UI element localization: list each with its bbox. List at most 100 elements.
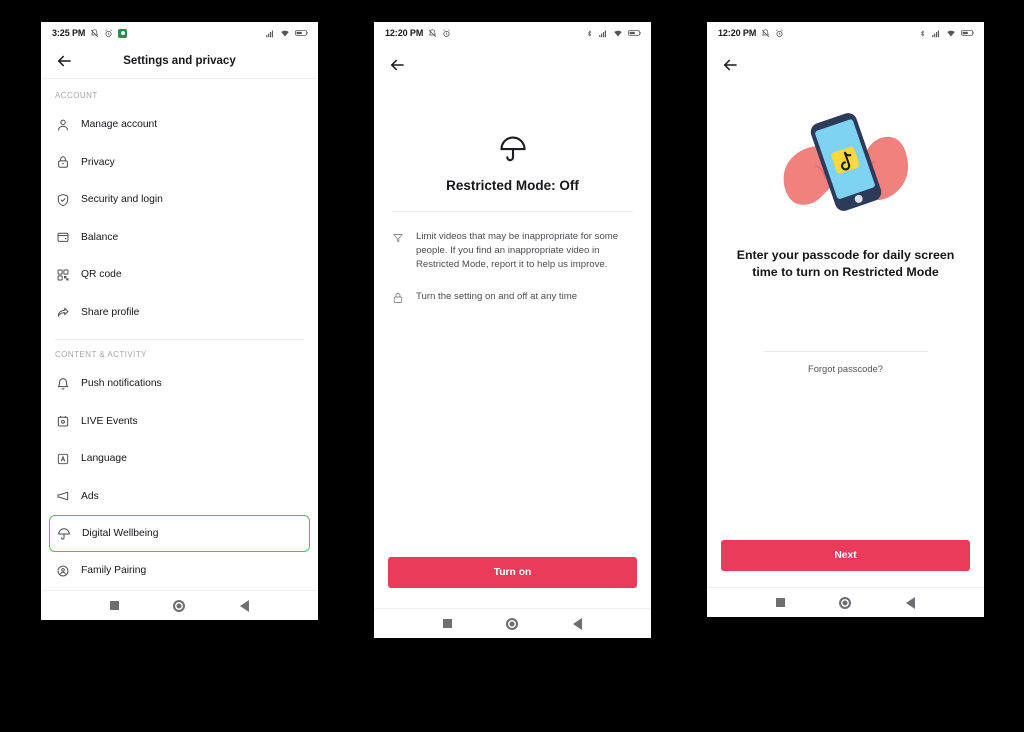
app-header <box>374 44 651 86</box>
nav-home-icon[interactable] <box>506 617 519 630</box>
sidebar-item-label: Digital Wellbeing <box>82 528 159 539</box>
restricted-mode-bullet: Turn the setting on and off at any time <box>392 290 633 304</box>
sidebar-item-label: QR code <box>81 269 122 281</box>
sidebar-item-balance[interactable]: Balance <box>41 219 318 257</box>
section-header-content-activity: CONTENT & ACTIVITY <box>55 350 147 359</box>
status-bar-left: 3:25 PM <box>52 28 128 38</box>
passcode-input[interactable] <box>763 319 928 353</box>
back-arrow-icon[interactable] <box>721 56 739 74</box>
nav-recents-icon[interactable] <box>776 598 786 607</box>
sidebar-item-label: Ads <box>81 490 99 502</box>
wifi-icon <box>281 30 289 36</box>
sidebar-item-manage-account[interactable]: Manage account <box>41 106 318 144</box>
nav-recents-icon[interactable] <box>443 619 453 628</box>
person-icon <box>55 117 70 132</box>
alarm-clock-icon <box>776 28 783 37</box>
bluetooth-icon <box>587 30 592 36</box>
cellular-signal-icon <box>266 30 273 37</box>
status-bar-clock: 3:25 PM <box>52 28 86 38</box>
battery-icon <box>295 30 308 36</box>
bell-mute-icon <box>91 28 99 37</box>
alarm-clock-icon <box>443 28 450 37</box>
nav-back-icon[interactable] <box>905 596 915 609</box>
passcode-body: Enter your passcode for daily screen tim… <box>707 86 984 540</box>
status-bar-right <box>919 29 975 38</box>
bell-icon <box>55 376 70 391</box>
sidebar-item-ads[interactable]: Ads <box>41 478 318 516</box>
cellular-signal-icon <box>599 30 606 37</box>
cellular-signal-icon <box>932 30 939 37</box>
lock-icon <box>392 291 405 304</box>
sidebar-item-privacy[interactable]: Privacy <box>41 144 318 182</box>
nav-back-icon[interactable] <box>239 599 249 612</box>
letter-a-box-icon <box>55 451 70 466</box>
sidebar-item-label: Family Pairing <box>81 565 147 577</box>
family-icon <box>55 563 70 578</box>
calendar-icon <box>55 414 70 429</box>
sidebar-item-label: LIVE Events <box>81 415 138 427</box>
forgot-passcode-link[interactable]: Forgot passcode? <box>808 363 883 374</box>
turn-on-button[interactable]: Turn on <box>388 557 637 588</box>
nav-recents-icon[interactable] <box>110 601 120 610</box>
wifi-icon <box>947 30 955 36</box>
sidebar-item-family-pairing[interactable]: Family Pairing <box>41 552 318 590</box>
hands-holding-phone-illustration <box>776 108 916 221</box>
status-bar: 3:25 PM <box>41 22 318 44</box>
status-bar: 12:20 PM <box>374 22 651 44</box>
primary-action-area: Next <box>707 540 984 587</box>
wallet-icon <box>55 230 70 245</box>
android-nav-bar <box>41 590 318 620</box>
content-divider <box>392 211 633 212</box>
settings-list: ACCOUNT Manage account Privacy Security … <box>41 79 318 590</box>
sidebar-item-qr-code[interactable]: QR code <box>41 256 318 294</box>
megaphone-icon <box>55 489 70 504</box>
bullet-text: Limit videos that may be inappropriate f… <box>416 231 619 270</box>
sidebar-item-security-and-login[interactable]: Security and login <box>41 181 318 219</box>
status-bar-left: 12:20 PM <box>385 28 451 38</box>
lock-icon <box>55 155 70 170</box>
bluetooth-icon <box>920 30 925 36</box>
restricted-mode-hero: Restricted Mode: Off <box>392 134 633 193</box>
sidebar-item-label: Balance <box>81 231 119 243</box>
sidebar-item-share-profile[interactable]: Share profile <box>41 294 318 332</box>
sidebar-item-label: Privacy <box>81 156 115 168</box>
status-bar: 12:20 PM <box>707 22 984 44</box>
status-bar-right <box>265 29 309 38</box>
restricted-mode-title: Restricted Mode: Off <box>446 178 579 193</box>
status-bar-clock: 12:20 PM <box>718 28 757 38</box>
sidebar-item-label: Language <box>81 453 127 465</box>
back-arrow-icon[interactable] <box>55 52 73 70</box>
status-bar-right <box>586 29 642 38</box>
bell-mute-icon <box>762 28 770 37</box>
restricted-mode-bullet: Limit videos that may be inappropriate f… <box>392 230 633 272</box>
restricted-mode-body: Restricted Mode: Off Limit videos that m… <box>374 86 651 557</box>
app-header <box>707 44 984 86</box>
app-badge-icon <box>118 28 128 38</box>
sidebar-item-digital-wellbeing[interactable]: Digital Wellbeing <box>49 515 310 552</box>
android-nav-bar <box>707 587 984 617</box>
settings-and-privacy-screen: 3:25 PM Settings and privacy ACCOUNT Man… <box>41 22 318 620</box>
nav-home-icon[interactable] <box>839 596 852 609</box>
nav-home-icon[interactable] <box>173 599 186 612</box>
primary-action-area: Turn on <box>374 557 651 608</box>
sidebar-item-live-events[interactable]: LIVE Events <box>41 403 318 441</box>
share-arrow-icon <box>55 305 70 320</box>
sidebar-item-push-notifications[interactable]: Push notifications <box>41 365 318 403</box>
sidebar-item-label: Manage account <box>81 119 158 131</box>
sidebar-item-label: Security and login <box>81 194 163 206</box>
nav-back-icon[interactable] <box>572 617 582 630</box>
next-button[interactable]: Next <box>721 540 970 571</box>
passcode-title: Enter your passcode for daily screen tim… <box>736 248 955 280</box>
status-bar-clock: 12:20 PM <box>385 28 424 38</box>
sidebar-item-language[interactable]: Language <box>41 440 318 478</box>
back-arrow-icon[interactable] <box>388 56 406 74</box>
battery-icon <box>961 30 974 36</box>
qr-code-icon <box>55 267 70 282</box>
status-bar-left: 12:20 PM <box>718 28 784 38</box>
android-nav-bar <box>374 608 651 638</box>
app-header: Settings and privacy <box>41 44 318 78</box>
umbrella-icon <box>499 136 526 162</box>
shield-check-icon <box>55 192 70 207</box>
sidebar-item-label: Push notifications <box>81 378 162 390</box>
